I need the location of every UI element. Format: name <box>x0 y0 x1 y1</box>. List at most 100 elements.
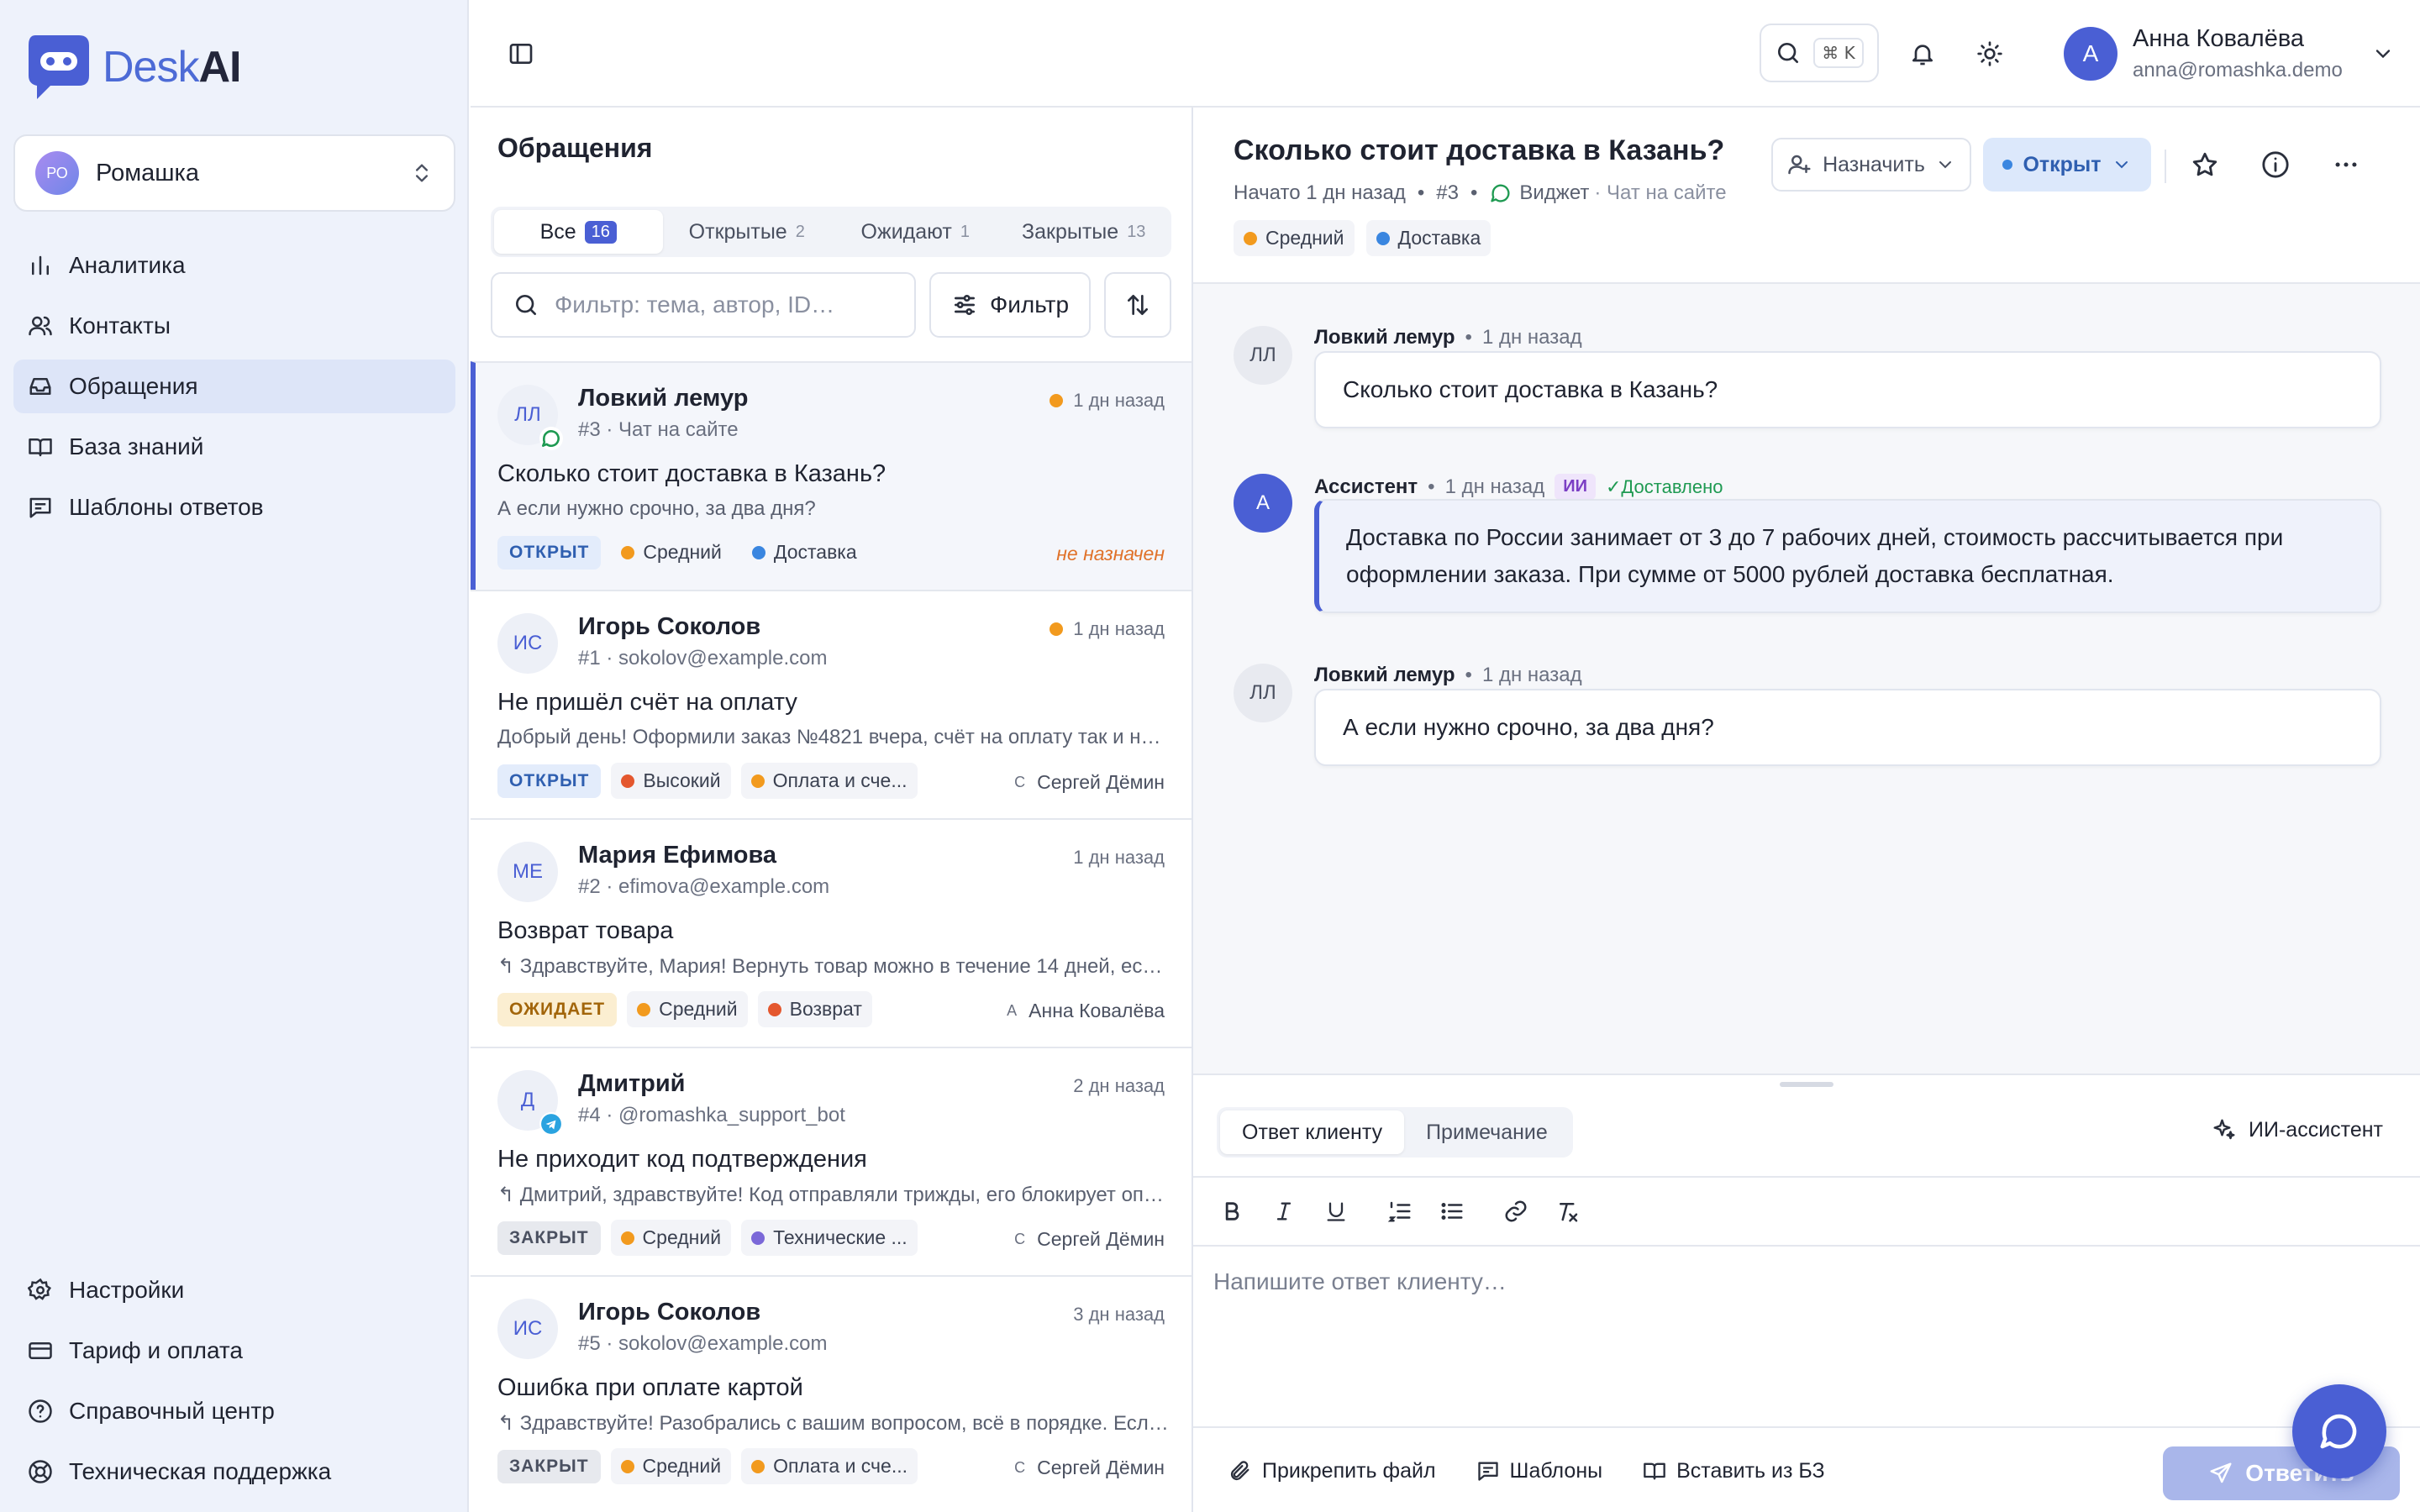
nav-item-contacts[interactable]: Контакты <box>13 299 455 353</box>
nav-item-help-center[interactable]: Справочный центр <box>13 1384 455 1438</box>
reply-input[interactable] <box>1213 1268 2390 1403</box>
nav-item-knowledge-base[interactable]: База знаний <box>13 420 455 474</box>
ticket-subject: Не приходит код подтверждения <box>497 1146 867 1173</box>
category-dot <box>751 545 765 559</box>
ticket-meta: #2 · efimova@example.com <box>578 875 830 898</box>
ticket-id: #3 <box>578 418 601 441</box>
ai-assistant-button[interactable]: ИИ-ассистент <box>2212 1117 2383 1142</box>
notifications-button[interactable] <box>1904 35 1941 72</box>
formatting-toolbar <box>1193 1176 2420 1247</box>
tab-waiting[interactable]: Ожидают 1 <box>831 210 1000 254</box>
global-search-button[interactable]: ⌘ K <box>1760 24 1879 82</box>
ticket-author: Ловкий лемур <box>578 385 749 412</box>
tab-reply[interactable]: Ответ клиенту <box>1220 1110 1405 1154</box>
chat-bubble-icon <box>1491 184 1510 202</box>
insert-from-kb-button[interactable]: Вставить из БЗ <box>1643 1459 1825 1483</box>
assignee-name: Сергей Дёмин <box>1037 1457 1165 1478</box>
message-bubble: А если нужно срочно, за два дня? <box>1314 689 2381 766</box>
ticket-row[interactable]: МЕ Мария Ефимова #2 · efimova@example.co… <box>471 818 1192 1047</box>
bullet-list-button[interactable] <box>1435 1194 1469 1228</box>
nav-item-billing[interactable]: Тариф и оплата <box>13 1324 455 1378</box>
assistant-message-bubble: Доставка по России занимает от 3 до 7 ра… <box>1314 499 2381 613</box>
app-logo[interactable]: DeskAI <box>25 32 241 102</box>
toggle-sidebar-button[interactable] <box>504 37 538 71</box>
clear-format-button[interactable] <box>1551 1194 1585 1228</box>
resize-handle[interactable] <box>1780 1082 1833 1087</box>
ticket-row[interactable]: ИС Игорь Соколов #5 · sokolov@example.co… <box>471 1275 1192 1504</box>
nav-item-settings[interactable]: Настройки <box>13 1263 455 1317</box>
more-horizontal-icon <box>2335 162 2357 167</box>
tab-all[interactable]: Все 16 <box>494 210 663 254</box>
unread-dot <box>1050 622 1064 636</box>
app-name: DeskAI <box>103 42 241 92</box>
more-button[interactable] <box>2329 148 2363 181</box>
preview-text: Здравствуйте! Разобрались с вашим вопрос… <box>519 1412 1170 1435</box>
underline-icon <box>1327 1202 1345 1221</box>
underline-button[interactable] <box>1319 1194 1353 1228</box>
category-chip: Доставка <box>742 534 867 570</box>
favorite-button[interactable] <box>2188 148 2222 181</box>
ticket-tags: ОТКРЫТ Высокий Оплата и сче... <box>497 763 918 799</box>
tab-label: Закрытые <box>1022 219 1119 244</box>
user-avatar[interactable]: А <box>2064 27 2118 81</box>
ticket-time-label: 1 дн назад <box>1073 618 1165 639</box>
filter-button[interactable]: Фильтр <box>929 272 1091 338</box>
ticket-assignee: А Анна Ковалёва <box>1007 1000 1165 1022</box>
theme-toggle-button[interactable] <box>1971 35 2008 72</box>
status-dropdown[interactable]: Открыт <box>1983 138 2151 192</box>
bold-button[interactable] <box>1215 1194 1249 1228</box>
ticket-preview: ↰ Здравствуйте! Разобрались с вашим вопр… <box>497 1411 1170 1436</box>
ticket-subject: Возврат товара <box>497 917 674 944</box>
tab-count: 13 <box>1127 222 1146 241</box>
priority-chip: Средний <box>610 1448 732 1484</box>
priority-label: Средний <box>643 541 722 563</box>
started-time: Начато 1 дн назад <box>1234 181 1406 204</box>
org-name: Ромашка <box>96 159 199 186</box>
priority-chip: Средний <box>611 534 732 570</box>
bell-icon <box>1912 45 1933 66</box>
tab-open[interactable]: Открытые 2 <box>663 210 832 254</box>
chevron-down-icon <box>2375 50 2391 59</box>
ticket-row[interactable]: ЛЛ Ловкий лемур #3 · Чат на сайте 1 дн н… <box>471 361 1192 590</box>
ticket-assignee: не назначен <box>1056 543 1165 564</box>
chevron-up-down-icon <box>416 164 428 182</box>
info-button[interactable] <box>2259 148 2292 181</box>
category-dot <box>767 1002 781 1016</box>
tab-note[interactable]: Примечание <box>1404 1110 1570 1154</box>
status-badge: ОТКРЫТ <box>497 535 602 570</box>
preview-text: Здравствуйте, Мария! Вернуть товар можно… <box>519 955 1170 978</box>
chat-widget-button[interactable] <box>2292 1384 2386 1478</box>
italic-button[interactable] <box>1267 1194 1301 1228</box>
assign-button[interactable]: Назначить <box>1771 138 1971 192</box>
chat-bot-logo-icon <box>29 35 89 99</box>
nav-item-reply-templates[interactable]: Шаблоны ответов <box>13 480 455 534</box>
assistant-avatar: А <box>1234 474 1292 533</box>
conversation-header: Сколько стоит доставка в Казань? Начато … <box>1193 108 2420 284</box>
templates-button[interactable]: Шаблоны <box>1476 1459 1602 1483</box>
attach-file-button[interactable]: Прикрепить файл <box>1228 1459 1436 1483</box>
bar-chart-icon <box>25 250 55 281</box>
ticket-row[interactable]: Д Дмитрий #4 · @romashka_support_bot 2 д… <box>471 1047 1192 1275</box>
category-chip: Доставка <box>1365 220 1491 256</box>
user-menu-button[interactable] <box>2368 39 2398 69</box>
italic-icon <box>1276 1202 1292 1221</box>
org-switcher[interactable]: РО Ромашка <box>13 134 455 212</box>
top-bar: ⌘ K А Анна Ковалёва anna@romashka.demo <box>471 0 2420 108</box>
book-icon <box>25 432 55 462</box>
ticket-time-label: 1 дн назад <box>1073 390 1165 411</box>
nav-item-tickets[interactable]: Обращения <box>13 360 455 413</box>
chat-channel-badge <box>539 427 563 450</box>
link-button[interactable] <box>1499 1194 1533 1228</box>
status-tabs: Все 16 Открытые 2 Ожидают 1 Закрытые 13 <box>491 207 1171 257</box>
assign-label: Назначить <box>1823 152 1925 176</box>
nav-item-analytics[interactable]: Аналитика <box>13 239 455 292</box>
composer-tabs: Ответ клиенту Примечание <box>1217 1107 1573 1158</box>
tab-count: 16 <box>584 220 617 244</box>
ticket-row[interactable]: ИС Игорь Соколов #1 · sokolov@example.co… <box>471 590 1192 818</box>
nav-item-tech-support[interactable]: Техническая поддержка <box>13 1445 455 1499</box>
tab-closed[interactable]: Закрытые 13 <box>1000 210 1169 254</box>
filter-input[interactable] <box>555 291 891 318</box>
sort-button[interactable] <box>1104 272 1171 338</box>
numbered-list-button[interactable] <box>1383 1194 1417 1228</box>
ticket-time: 1 дн назад <box>1073 847 1165 869</box>
